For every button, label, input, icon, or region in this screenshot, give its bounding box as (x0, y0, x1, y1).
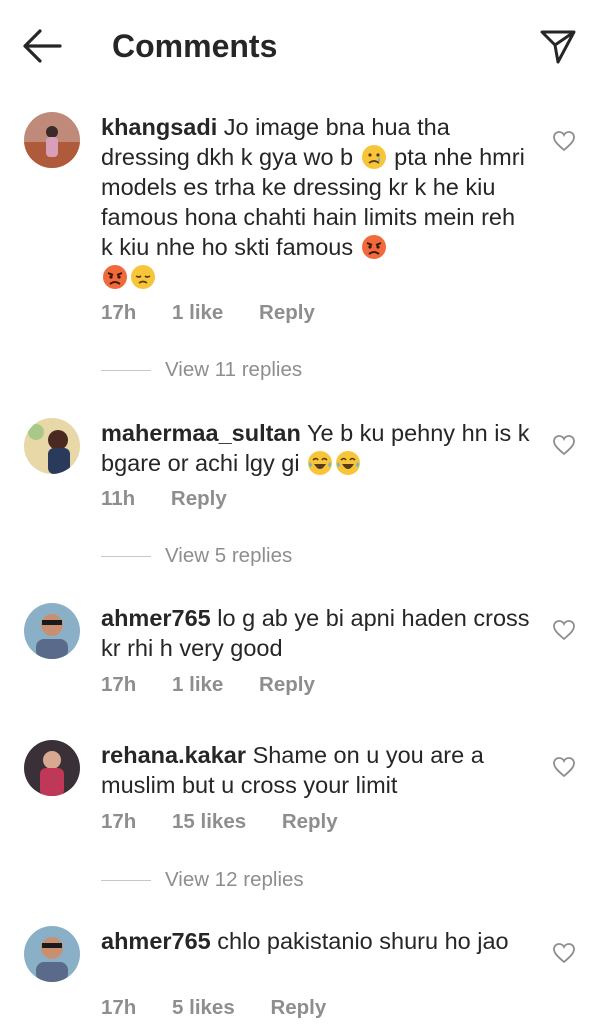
comment-text: mahermaa_sultan Ye b ku pehny hn is k bg… (101, 420, 530, 476)
arrow-left-icon (23, 29, 62, 63)
avatar[interactable] (24, 926, 80, 982)
reply-button[interactable]: Reply (171, 487, 227, 510)
username[interactable]: khangsadi (101, 114, 217, 140)
comment-text: khangsadi Jo image bna hua tha dressing … (101, 112, 531, 292)
angry-emoji (361, 235, 386, 259)
disappointed-emoji (131, 265, 155, 289)
username[interactable]: ahmer765 (101, 605, 211, 631)
comment-text: rehana.kakar Shame on u you are a muslim… (101, 742, 484, 798)
like-count[interactable]: 1 like (172, 673, 223, 696)
avatar[interactable] (24, 418, 80, 474)
sad-tear-emoji (361, 145, 386, 169)
comment-time: 17h (101, 301, 137, 324)
avatar[interactable] (24, 112, 80, 168)
heart-icon[interactable] (552, 434, 576, 456)
avatar[interactable] (24, 740, 80, 796)
comment-meta: 17h 5 likes Reply (101, 996, 326, 1020)
heart-icon[interactable] (552, 130, 576, 152)
comment-time: 11h (101, 487, 136, 510)
username[interactable]: ahmer765 (101, 928, 211, 954)
divider-line (101, 370, 151, 372)
reply-button[interactable]: Reply (259, 301, 315, 324)
divider-line (101, 556, 151, 558)
avatar[interactable] (24, 603, 80, 659)
laughing-tears-emoji (336, 451, 361, 475)
laughing-tears-emoji (308, 451, 333, 475)
like-count[interactable]: 15 likes (172, 810, 246, 833)
comment-time: 17h (101, 810, 137, 833)
page-title: Comments (112, 28, 278, 64)
reply-button[interactable]: Reply (259, 673, 315, 696)
paper-plane-icon (540, 30, 576, 64)
share-button[interactable] (538, 26, 578, 66)
like-count[interactable]: 5 likes (172, 996, 235, 1019)
heart-icon[interactable] (552, 619, 576, 641)
comment-time: 17h (101, 673, 137, 696)
username[interactable]: mahermaa_sultan (101, 420, 301, 446)
heart-icon[interactable] (552, 942, 576, 964)
comment-meta: 11h Reply (101, 487, 227, 511)
comment-meta: 17h 1 like Reply (101, 301, 315, 325)
comment-text: ahmer765 chlo pakistanio shuru ho jao (101, 928, 509, 954)
angry-emoji (103, 265, 127, 289)
like-count[interactable]: 1 like (172, 301, 223, 324)
comment-time: 17h (101, 996, 137, 1019)
comment-meta: 17h 1 like Reply (101, 673, 315, 697)
divider-line (101, 880, 151, 882)
header-bar: Comments (0, 0, 607, 92)
reply-button[interactable]: Reply (282, 810, 338, 833)
view-replies-button[interactable]: View 5 replies (101, 544, 292, 568)
comment-text: ahmer765 lo g ab ye bi apni haden cross … (101, 605, 530, 661)
heart-icon[interactable] (552, 756, 576, 778)
comment-meta: 17h 15 likes Reply (101, 810, 338, 834)
username[interactable]: rehana.kakar (101, 742, 246, 768)
view-replies-button[interactable]: View 12 replies (101, 868, 304, 892)
view-replies-button[interactable]: View 11 replies (101, 358, 302, 382)
back-button[interactable] (22, 28, 62, 64)
reply-button[interactable]: Reply (270, 996, 326, 1019)
